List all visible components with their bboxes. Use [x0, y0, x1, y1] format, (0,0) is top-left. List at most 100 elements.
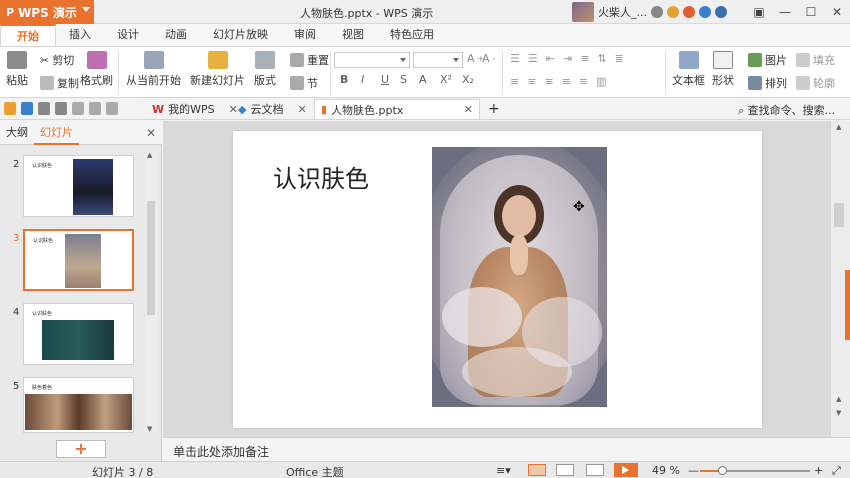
notes-toggle-icon[interactable]: ≡▾	[496, 464, 511, 477]
tab-insert[interactable]: 插入	[56, 24, 104, 46]
tab-special[interactable]: 特色应用	[377, 24, 447, 46]
start-from-current-button[interactable]: 从当前开始	[126, 51, 181, 88]
maximize-button[interactable]: ☐	[798, 0, 824, 24]
paste-button[interactable]: 粘贴	[6, 51, 28, 88]
italic-button[interactable]: I	[361, 73, 364, 86]
justify-icon[interactable]: ≡	[562, 75, 571, 88]
skin-icon[interactable]	[667, 6, 679, 18]
save-icon[interactable]	[21, 102, 33, 115]
columns-icon[interactable]: ▥	[596, 75, 606, 88]
preview-icon[interactable]	[72, 102, 84, 115]
print-icon[interactable]	[55, 102, 67, 115]
align-right-icon[interactable]: ≡	[544, 75, 553, 88]
minimize-button[interactable]: —	[772, 0, 798, 24]
tab-design[interactable]: 设计	[104, 24, 152, 46]
section-button[interactable]: 节	[290, 75, 318, 91]
reading-view-button[interactable]	[586, 464, 604, 476]
avatar[interactable]	[572, 2, 594, 22]
subscript-button[interactable]: X₂	[462, 73, 474, 86]
app-menu-button[interactable]: P WPS 演示	[0, 0, 94, 24]
zoom-slider[interactable]	[700, 466, 810, 475]
bold-button[interactable]: B	[340, 73, 348, 86]
tab-animation[interactable]: 动画	[152, 24, 200, 46]
picture-button[interactable]: 图片	[748, 52, 787, 68]
tab-slides[interactable]: 幻灯片	[34, 121, 79, 145]
slide-thumbnail[interactable]: 5 肤色着色	[0, 377, 145, 441]
slide-title[interactable]: 认识肤色	[273, 159, 369, 194]
arrange-button[interactable]: 排列	[748, 75, 787, 91]
normal-view-button[interactable]	[528, 464, 546, 476]
new-slide-button[interactable]: 新建幻灯片	[190, 51, 245, 88]
restore-icon[interactable]: ▣	[746, 0, 772, 24]
slide-sorter-button[interactable]	[556, 464, 574, 476]
redo-icon[interactable]	[106, 102, 118, 115]
zoom-level[interactable]: 49 %	[652, 464, 680, 477]
fit-window-icon[interactable]: ⤢	[832, 464, 841, 478]
distribute-icon[interactable]: ≡	[579, 75, 588, 88]
font-shrink-button[interactable]: A-	[482, 52, 495, 65]
align-left-icon[interactable]: ≡	[510, 75, 519, 88]
tab-view[interactable]: 视图	[329, 24, 377, 46]
user-area[interactable]: 火柴人_...	[572, 2, 727, 22]
tab-my-wps[interactable]: W 我的WPS ✕	[146, 99, 244, 119]
scroll-up-icon[interactable]: ▲	[836, 123, 841, 131]
cloud-sync-icon[interactable]	[699, 6, 711, 18]
font-size-select[interactable]	[413, 52, 463, 68]
align-text-icon[interactable]: ≣	[615, 52, 624, 65]
tab-review[interactable]: 审阅	[281, 24, 329, 46]
strikethrough-button[interactable]: S	[400, 73, 407, 86]
superscript-button[interactable]: X²	[440, 73, 452, 86]
slide-thumbnail-selected[interactable]: 3 认识肤色	[0, 229, 145, 293]
underline-button[interactable]: U	[381, 73, 389, 86]
next-slide-icon[interactable]: ▼	[836, 409, 841, 417]
notes-placeholder[interactable]: 单击此处添加备注	[173, 443, 269, 460]
scrollbar-thumb[interactable]	[834, 203, 844, 227]
bullet-list-icon[interactable]: ☰	[510, 52, 520, 65]
open-icon[interactable]	[4, 102, 16, 115]
reset-button[interactable]: 重置	[290, 52, 329, 68]
format-painter-button[interactable]: 格式刷	[80, 51, 113, 88]
tab-slideshow[interactable]: 幻灯片放映	[200, 24, 281, 46]
increase-indent-icon[interactable]: ⇥	[563, 52, 572, 65]
slide-photo[interactable]	[432, 147, 607, 407]
close-button[interactable]: ✕	[824, 0, 850, 24]
notes-pane[interactable]: 单击此处添加备注	[163, 437, 850, 461]
emoji-icon[interactable]	[651, 6, 663, 18]
font-color-button[interactable]: A	[419, 73, 427, 86]
cut-button[interactable]: ✂ 剪切	[40, 52, 74, 68]
user-name[interactable]: 火柴人_...	[598, 4, 647, 20]
play-slideshow-button[interactable]	[614, 463, 638, 477]
text-direction-icon[interactable]: ⇅	[597, 52, 606, 65]
slide-thumbnail[interactable]: 4 认识肤色	[0, 303, 145, 367]
zoom-slider-handle[interactable]	[718, 466, 727, 475]
gift-icon[interactable]	[683, 6, 695, 18]
undo-icon[interactable]	[89, 102, 101, 115]
zoom-in-button[interactable]: +	[814, 464, 823, 477]
scroll-up-icon[interactable]: ▲	[147, 151, 152, 159]
close-tab-icon[interactable]: ✕	[297, 103, 306, 116]
outline-button[interactable]: 轮廓	[796, 75, 835, 91]
line-spacing-icon[interactable]: ≡	[580, 52, 589, 65]
scroll-down-icon[interactable]: ▼	[147, 425, 152, 433]
current-slide[interactable]: 认识肤色 ✥	[233, 131, 762, 428]
slide-thumbnail[interactable]: 2 认识肤色	[0, 155, 145, 219]
tab-current-document[interactable]: ▮ 人物肤色.pptx ✕	[314, 99, 480, 119]
decrease-indent-icon[interactable]: ⇤	[546, 52, 555, 65]
close-icon[interactable]: ✕	[146, 126, 156, 140]
scrollbar-thumb[interactable]	[147, 201, 155, 315]
numbered-list-icon[interactable]: ☰	[528, 52, 538, 65]
font-name-select[interactable]	[334, 52, 410, 68]
layout-button[interactable]: 版式	[254, 51, 276, 88]
tab-cloud-docs[interactable]: ◆ 云文档 ✕	[232, 99, 313, 119]
add-slide-button[interactable]: +	[56, 440, 106, 458]
text-box-button[interactable]: 文本框	[672, 51, 705, 88]
help-icon[interactable]	[715, 6, 727, 18]
zoom-out-button[interactable]: —	[688, 464, 699, 477]
new-tab-button[interactable]: +	[482, 99, 506, 119]
previous-slide-icon[interactable]: ▲	[836, 395, 841, 403]
side-panel-toggle[interactable]	[845, 270, 850, 340]
command-search[interactable]: ⌕ 查找命令、搜索...	[738, 102, 835, 118]
close-tab-icon[interactable]: ✕	[464, 103, 473, 116]
export-icon[interactable]	[38, 102, 50, 115]
align-center-icon[interactable]: ≡	[527, 75, 536, 88]
